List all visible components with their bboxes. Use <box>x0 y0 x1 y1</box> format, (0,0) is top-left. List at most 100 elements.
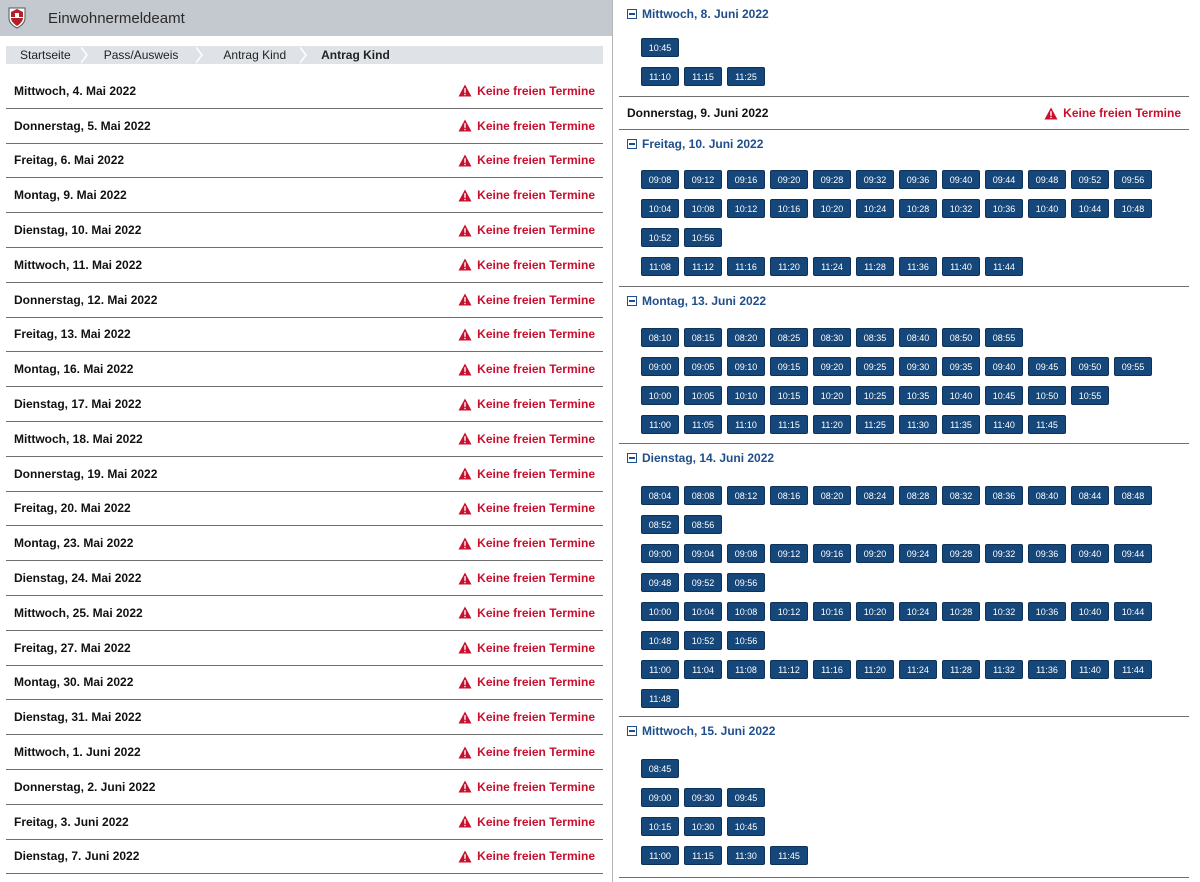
time-slot-button[interactable]: 11:40 <box>1071 660 1109 679</box>
time-slot-button[interactable]: 10:08 <box>727 602 765 621</box>
time-slot-button[interactable]: 10:24 <box>899 602 937 621</box>
time-slot-button[interactable]: 08:28 <box>899 486 937 505</box>
time-slot-button[interactable]: 10:36 <box>1028 602 1066 621</box>
time-slot-button[interactable]: 10:55 <box>1071 386 1109 405</box>
time-slot-button[interactable]: 11:36 <box>899 257 937 276</box>
time-slot-button[interactable]: 11:00 <box>641 846 679 865</box>
time-slot-button[interactable]: 09:08 <box>641 170 679 189</box>
time-slot-button[interactable]: 10:36 <box>985 199 1023 218</box>
time-slot-button[interactable]: 09:52 <box>684 573 722 592</box>
time-slot-button[interactable]: 08:56 <box>684 515 722 534</box>
time-slot-button[interactable]: 09:12 <box>770 544 808 563</box>
time-slot-button[interactable]: 09:28 <box>813 170 851 189</box>
time-slot-button[interactable]: 11:30 <box>727 846 765 865</box>
time-slot-button[interactable]: 09:50 <box>1071 357 1109 376</box>
time-slot-button[interactable]: 08:12 <box>727 486 765 505</box>
time-slot-button[interactable]: 10:48 <box>1114 199 1152 218</box>
time-slot-button[interactable]: 11:30 <box>899 415 937 434</box>
time-slot-button[interactable]: 10:52 <box>641 228 679 247</box>
time-slot-button[interactable]: 09:56 <box>1114 170 1152 189</box>
day-section-header[interactable]: Mittwoch, 15. Juni 2022 <box>619 723 1189 739</box>
collapse-icon[interactable] <box>627 453 637 463</box>
time-slot-button[interactable]: 11:28 <box>942 660 980 679</box>
time-slot-button[interactable]: 10:30 <box>684 817 722 836</box>
breadcrumb-home[interactable]: Startseite <box>6 46 81 64</box>
time-slot-button[interactable]: 11:16 <box>813 660 851 679</box>
time-slot-button[interactable]: 11:08 <box>727 660 765 679</box>
time-slot-button[interactable]: 09:44 <box>1114 544 1152 563</box>
collapse-icon[interactable] <box>627 726 637 736</box>
time-slot-button[interactable]: 11:24 <box>899 660 937 679</box>
time-slot-button[interactable]: 09:00 <box>641 788 679 807</box>
time-slot-button[interactable]: 11:25 <box>856 415 894 434</box>
time-slot-button[interactable]: 11:44 <box>1114 660 1152 679</box>
time-slot-button[interactable]: 10:32 <box>985 602 1023 621</box>
time-slot-button[interactable]: 09:15 <box>770 357 808 376</box>
time-slot-button[interactable]: 10:00 <box>641 386 679 405</box>
time-slot-button[interactable]: 08:45 <box>641 759 679 778</box>
time-slot-button[interactable]: 11:16 <box>727 257 765 276</box>
time-slot-button[interactable]: 08:55 <box>985 328 1023 347</box>
time-slot-button[interactable]: 10:40 <box>1028 199 1066 218</box>
time-slot-button[interactable]: 11:04 <box>684 660 722 679</box>
time-slot-button[interactable]: 08:40 <box>1028 486 1066 505</box>
time-slot-button[interactable]: 09:00 <box>641 544 679 563</box>
collapse-icon[interactable] <box>627 139 637 149</box>
time-slot-button[interactable]: 09:48 <box>1028 170 1066 189</box>
time-slot-button[interactable]: 11:40 <box>985 415 1023 434</box>
time-slot-button[interactable]: 08:40 <box>899 328 937 347</box>
time-slot-button[interactable]: 08:20 <box>727 328 765 347</box>
time-slot-button[interactable]: 11:48 <box>641 689 679 708</box>
time-slot-button[interactable]: 08:44 <box>1071 486 1109 505</box>
time-slot-button[interactable]: 10:08 <box>684 199 722 218</box>
time-slot-button[interactable]: 09:24 <box>899 544 937 563</box>
time-slot-button[interactable]: 08:25 <box>770 328 808 347</box>
time-slot-button[interactable]: 10:00 <box>641 602 679 621</box>
time-slot-button[interactable]: 10:45 <box>985 386 1023 405</box>
time-slot-button[interactable]: 09:48 <box>641 573 679 592</box>
time-slot-button[interactable]: 10:40 <box>1071 602 1109 621</box>
time-slot-button[interactable]: 09:04 <box>684 544 722 563</box>
time-slot-button[interactable]: 10:20 <box>813 199 851 218</box>
time-slot-button[interactable]: 11:20 <box>856 660 894 679</box>
time-slot-button[interactable]: 11:12 <box>684 257 722 276</box>
day-section-header[interactable]: Mittwoch, 8. Juni 2022 <box>619 6 1189 22</box>
time-slot-button[interactable]: 10:32 <box>942 199 980 218</box>
time-slot-button[interactable]: 08:35 <box>856 328 894 347</box>
time-slot-button[interactable]: 10:45 <box>727 817 765 836</box>
time-slot-button[interactable]: 09:32 <box>985 544 1023 563</box>
time-slot-button[interactable]: 11:15 <box>684 67 722 86</box>
time-slot-button[interactable]: 09:45 <box>727 788 765 807</box>
time-slot-button[interactable]: 11:36 <box>1028 660 1066 679</box>
breadcrumb-pass[interactable]: Pass/Ausweis <box>88 46 197 64</box>
time-slot-button[interactable]: 08:15 <box>684 328 722 347</box>
time-slot-button[interactable]: 09:00 <box>641 357 679 376</box>
time-slot-button[interactable]: 11:25 <box>727 67 765 86</box>
time-slot-button[interactable]: 10:20 <box>856 602 894 621</box>
collapse-icon[interactable] <box>627 296 637 306</box>
time-slot-button[interactable]: 11:10 <box>641 67 679 86</box>
time-slot-button[interactable]: 09:16 <box>813 544 851 563</box>
time-slot-button[interactable]: 11:00 <box>641 415 679 434</box>
time-slot-button[interactable]: 09:55 <box>1114 357 1152 376</box>
time-slot-button[interactable]: 10:40 <box>942 386 980 405</box>
time-slot-button[interactable]: 10:56 <box>727 631 765 650</box>
time-slot-button[interactable]: 10:16 <box>813 602 851 621</box>
time-slot-button[interactable]: 10:25 <box>856 386 894 405</box>
time-slot-button[interactable]: 10:20 <box>813 386 851 405</box>
time-slot-button[interactable]: 09:44 <box>985 170 1023 189</box>
time-slot-button[interactable]: 10:04 <box>641 199 679 218</box>
time-slot-button[interactable]: 09:10 <box>727 357 765 376</box>
time-slot-button[interactable]: 10:12 <box>727 199 765 218</box>
time-slot-button[interactable]: 09:40 <box>985 357 1023 376</box>
time-slot-button[interactable]: 09:20 <box>856 544 894 563</box>
time-slot-button[interactable]: 10:45 <box>641 38 679 57</box>
time-slot-button[interactable]: 11:08 <box>641 257 679 276</box>
time-slot-button[interactable]: 09:40 <box>942 170 980 189</box>
time-slot-button[interactable]: 09:36 <box>899 170 937 189</box>
time-slot-button[interactable]: 09:25 <box>856 357 894 376</box>
time-slot-button[interactable]: 11:32 <box>985 660 1023 679</box>
time-slot-button[interactable]: 09:36 <box>1028 544 1066 563</box>
time-slot-button[interactable]: 11:20 <box>770 257 808 276</box>
time-slot-button[interactable]: 11:24 <box>813 257 851 276</box>
